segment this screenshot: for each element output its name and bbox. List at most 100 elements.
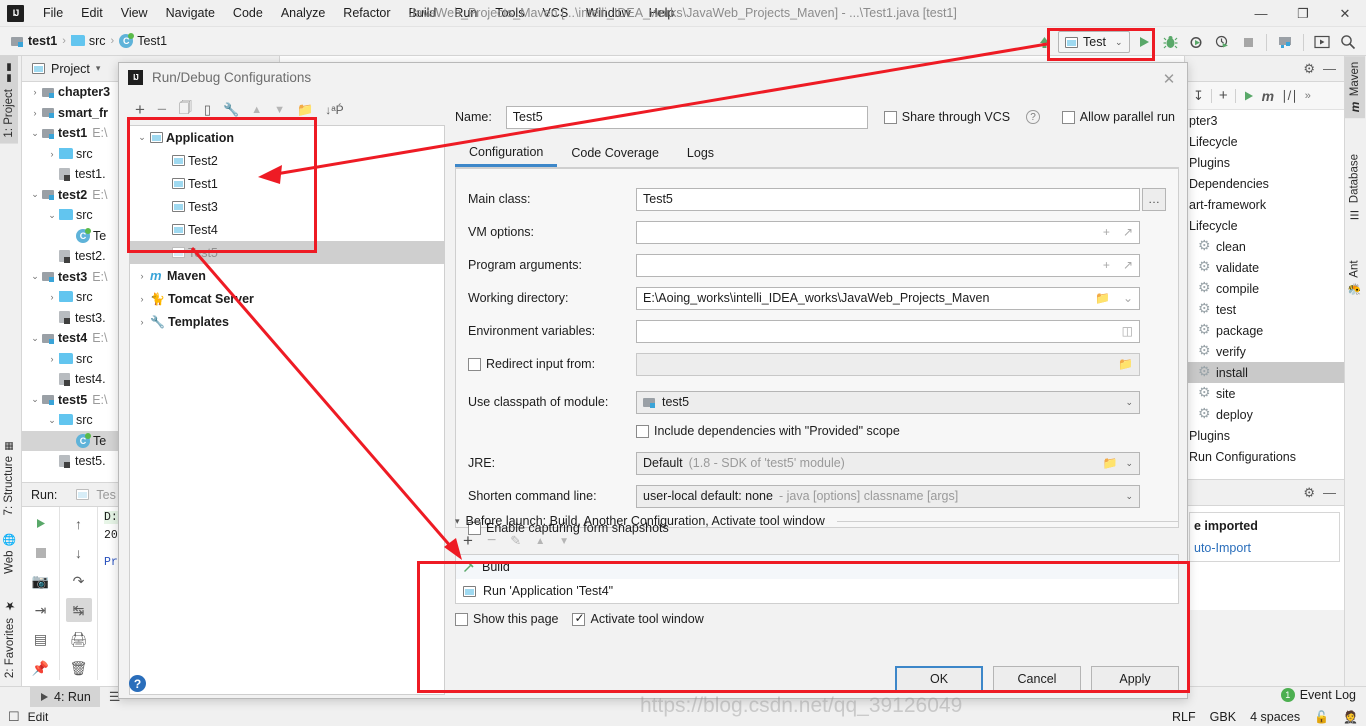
breadcrumb-item-test1[interactable]: test1 bbox=[8, 34, 60, 48]
stop-icon[interactable] bbox=[28, 541, 54, 565]
maven-tree-row[interactable]: test bbox=[1185, 299, 1344, 320]
menu-item-analyze[interactable]: Analyze bbox=[272, 2, 334, 24]
stop-icon[interactable] bbox=[1236, 30, 1260, 54]
print-icon[interactable]: 🖨 bbox=[66, 627, 92, 651]
tool-tab-web[interactable]: Web 🌐 bbox=[0, 526, 19, 580]
before-launch-header[interactable]: ▾ Before launch: Build, Another Configur… bbox=[455, 514, 1179, 528]
collapse-arrow-icon[interactable]: ▾ bbox=[455, 516, 460, 527]
folder-browse-icon[interactable]: 📁 bbox=[1103, 456, 1118, 470]
maximize-button[interactable]: ❐ bbox=[1282, 0, 1324, 27]
jre-select[interactable]: Default (1.8 - SDK of 'test5' module) 📁 … bbox=[636, 451, 1140, 475]
skip-tests-icon[interactable]: ∣/∣ bbox=[1281, 88, 1298, 104]
maven-tree-row[interactable]: clean bbox=[1185, 236, 1344, 257]
config-tree-row-tomcat-server[interactable]: › 🐈 Tomcat Server bbox=[130, 287, 444, 310]
lock-icon[interactable]: 🔓 bbox=[1314, 710, 1329, 724]
add-icon[interactable]: + bbox=[135, 100, 145, 120]
reimport-icon[interactable]: ↧ bbox=[1193, 88, 1204, 104]
maven-tree-row[interactable]: verify bbox=[1185, 341, 1344, 362]
expand-arrow-icon[interactable]: ⌄ bbox=[134, 132, 150, 143]
expand-arrow-icon[interactable]: › bbox=[134, 271, 150, 281]
menu-item-help[interactable]: Help bbox=[640, 2, 684, 24]
soft-wrap-icon[interactable]: ↷ bbox=[66, 570, 92, 594]
tab-configuration[interactable]: Configuration bbox=[455, 139, 558, 167]
vm-options-input[interactable]: + ↗ bbox=[636, 220, 1140, 244]
shorten-command-line-select[interactable]: user-local default: none - java [options… bbox=[636, 484, 1140, 508]
config-tree-row-test5[interactable]: Test5 bbox=[130, 241, 444, 264]
rerun-icon[interactable] bbox=[28, 512, 54, 536]
config-tree-row-test1[interactable]: Test1 bbox=[130, 172, 444, 195]
maven-tree-row[interactable]: package bbox=[1185, 320, 1344, 341]
expand-arrow-icon[interactable]: › bbox=[45, 354, 59, 364]
down-icon[interactable]: ↓ bbox=[66, 541, 92, 565]
expand-arrow-icon[interactable]: ⌄ bbox=[28, 333, 42, 344]
tool-tab-structure[interactable]: 7: Structure ▦ bbox=[0, 434, 18, 521]
search-icon[interactable] bbox=[1336, 30, 1360, 54]
main-class-input[interactable]: Test5 bbox=[636, 187, 1140, 211]
maven-tree-row[interactable]: Plugins bbox=[1185, 425, 1344, 446]
gear-icon[interactable]: ⚙ bbox=[1303, 61, 1315, 77]
project-structure-icon[interactable] bbox=[1273, 30, 1297, 54]
cancel-button[interactable]: Cancel bbox=[993, 666, 1081, 692]
expand-arrow-icon[interactable]: ⌄ bbox=[28, 128, 42, 139]
expand-icon[interactable]: ↗ bbox=[1123, 225, 1133, 239]
save-icon[interactable]: ▯ bbox=[204, 102, 211, 118]
sort-icon[interactable]: ↓ᵃṔ bbox=[325, 103, 343, 117]
working-directory-input[interactable]: E:\Aoing_works\intelli_IDEA_works\JavaWe… bbox=[636, 286, 1140, 310]
breadcrumb-item-test1-class[interactable]: C Test1 bbox=[116, 33, 170, 48]
maven-tree-row[interactable]: art-framework bbox=[1185, 194, 1344, 215]
expand-arrow-icon[interactable]: ⌄ bbox=[28, 189, 42, 200]
profile-icon[interactable] bbox=[1210, 30, 1234, 54]
menu-item-build[interactable]: Build bbox=[400, 2, 446, 24]
hector-icon[interactable]: 🤵 bbox=[1343, 710, 1358, 724]
add-icon[interactable]: + bbox=[1219, 87, 1228, 104]
ok-button[interactable]: OK bbox=[895, 666, 983, 692]
tool-tab-database[interactable]: ☰ Database bbox=[1345, 148, 1364, 227]
tool-tab-project[interactable]: 1: Project ▮▮ bbox=[0, 56, 18, 144]
encoding-status[interactable]: GBK bbox=[1210, 710, 1236, 724]
scroll-to-end-icon[interactable]: ↹ bbox=[65, 598, 92, 623]
expand-arrow-icon[interactable]: ⌄ bbox=[45, 210, 59, 221]
expand-arrow-icon[interactable]: ⌄ bbox=[28, 271, 42, 282]
up-icon[interactable]: ↑ bbox=[66, 512, 92, 536]
maven-tree-row[interactable]: Lifecycle bbox=[1185, 131, 1344, 152]
maven-tree-row[interactable]: install bbox=[1185, 362, 1344, 383]
config-tree-row-templates[interactable]: › 🔧 Templates bbox=[130, 310, 444, 333]
expand-arrow-icon[interactable]: ⌄ bbox=[45, 415, 59, 426]
breadcrumb-item-src[interactable]: src bbox=[68, 34, 109, 48]
environment-variables-input[interactable]: ◫ bbox=[636, 319, 1140, 343]
maven-m-icon[interactable]: m bbox=[1262, 88, 1274, 104]
expand-icon[interactable]: ↗ bbox=[1123, 258, 1133, 272]
share-through-vcs-checkbox[interactable]: Share through VCS bbox=[883, 110, 1010, 124]
menu-item-file[interactable]: File bbox=[34, 2, 72, 24]
include-provided-checkbox[interactable]: Include dependencies with "Provided" sco… bbox=[636, 424, 900, 438]
run-icon[interactable] bbox=[1243, 90, 1255, 102]
menu-item-edit[interactable]: Edit bbox=[72, 2, 112, 24]
folder-browse-icon[interactable]: 📁 bbox=[1095, 291, 1110, 305]
expand-arrow-icon[interactable]: › bbox=[134, 317, 150, 327]
dialog-close-button[interactable]: ✕ bbox=[1159, 69, 1179, 89]
close-button[interactable]: ✕ bbox=[1324, 0, 1366, 27]
line-separator-status[interactable]: RLF bbox=[1172, 710, 1196, 724]
maven-tree-row[interactable]: compile bbox=[1185, 278, 1344, 299]
expand-arrow-icon[interactable]: › bbox=[28, 87, 42, 97]
configurations-tree[interactable]: ⌄ Application Test2 Test1 Test3 Test4 Test5 › m M… bbox=[129, 125, 445, 695]
more-icon[interactable]: » bbox=[1305, 90, 1311, 102]
event-log-indicator[interactable]: 1 Event Log bbox=[1280, 688, 1356, 702]
menu-item-run[interactable]: Run bbox=[445, 2, 486, 24]
maven-tree-row[interactable]: deploy bbox=[1185, 404, 1344, 425]
program-arguments-input[interactable]: + ↗ bbox=[636, 253, 1140, 277]
config-tree-row-application[interactable]: ⌄ Application bbox=[130, 126, 444, 149]
menu-item-code[interactable]: Code bbox=[224, 2, 272, 24]
add-icon[interactable]: + bbox=[463, 531, 473, 551]
help-icon[interactable]: ? bbox=[1026, 110, 1040, 124]
before-launch-item-run-application[interactable]: Run 'Application 'Test4" bbox=[456, 579, 1178, 603]
minimize-icon[interactable]: — bbox=[1323, 485, 1336, 500]
config-tree-row-maven[interactable]: › m Maven bbox=[130, 264, 444, 287]
activate-tool-window-checkbox[interactable]: Activate tool window bbox=[572, 611, 704, 626]
before-launch-item-build[interactable]: Build bbox=[456, 555, 1178, 579]
maven-tree-row[interactable]: pter3 bbox=[1185, 110, 1344, 131]
allow-parallel-run-checkbox[interactable]: Allow parallel run bbox=[1061, 110, 1175, 124]
maven-tree[interactable]: pter3 Lifecycle Plugins Dependencies art-fra… bbox=[1185, 110, 1344, 478]
expand-arrow-icon[interactable]: › bbox=[28, 108, 42, 118]
pin-icon[interactable]: 📌 bbox=[28, 656, 54, 680]
